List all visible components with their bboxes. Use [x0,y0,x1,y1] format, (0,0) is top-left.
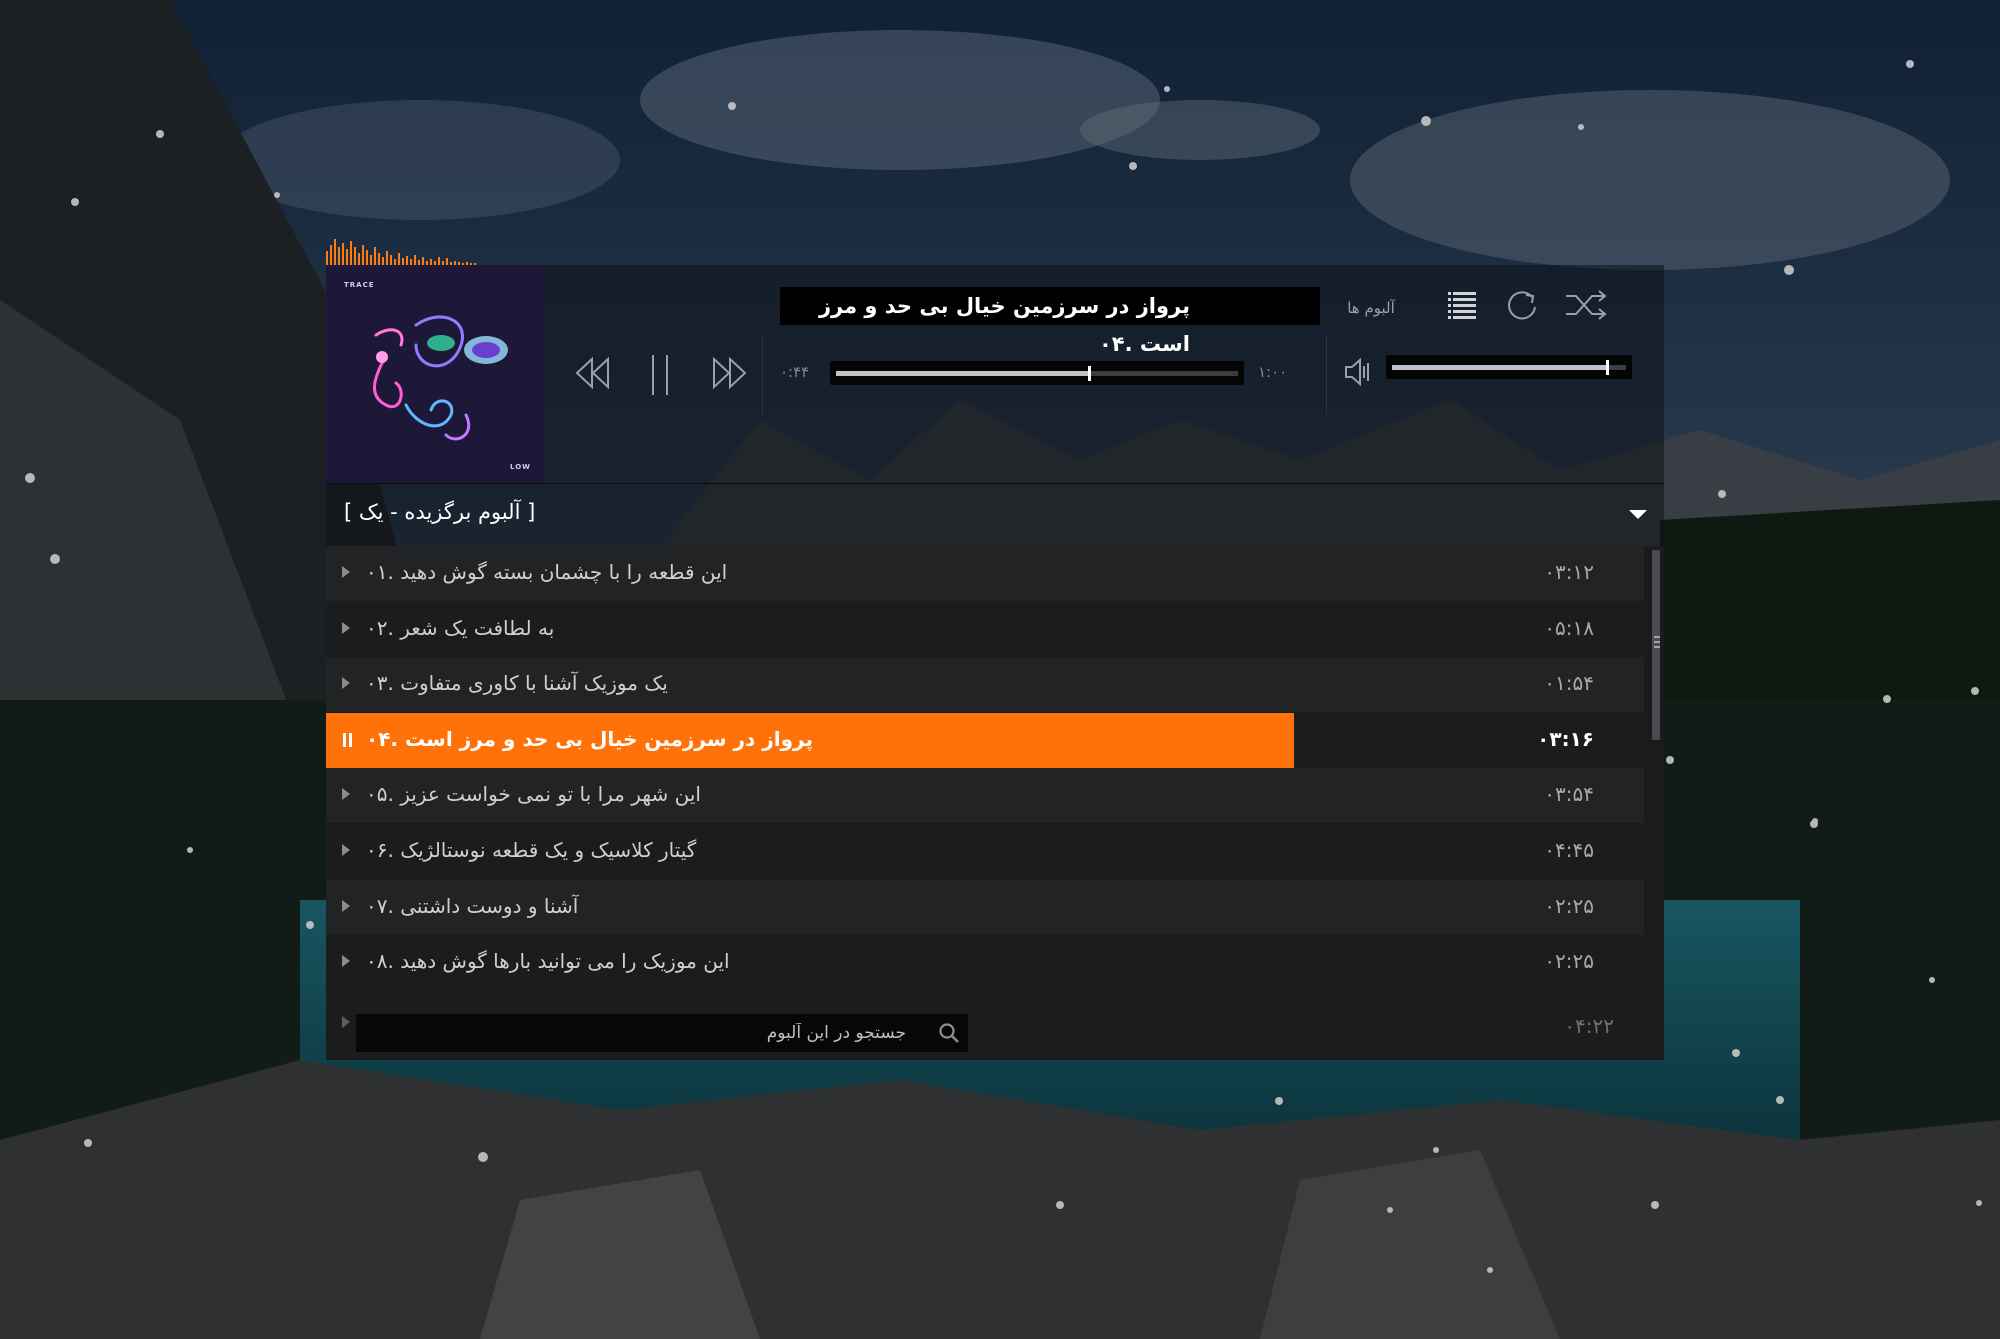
total-time: ۱:۰۰ [1258,363,1288,381]
album-cover-bottom-text: LOW [510,463,531,471]
elapsed-time: ۰:۴۴ [780,363,810,381]
rewind-icon [575,356,609,390]
volume-icon [1345,357,1369,387]
track-duration: ۰۴:۴۵ [1544,838,1594,862]
search-icon[interactable] [938,1022,960,1044]
track-title: یک موزیک آشنا با کاوری متفاوت .۰۳ [366,671,668,696]
track-list: این قطعه را با چشمان بسته گوش دهید .۰۱ ۰۳… [326,546,1664,1060]
track-row[interactable]: این قطعه را با چشمان بسته گوش دهید .۰۱ ۰۳… [326,546,1644,601]
album-cover-top-text: TRACE [344,281,375,289]
play-triangle-icon[interactable] [342,788,350,801]
play-triangle-icon[interactable] [342,677,350,690]
rewind-button[interactable] [572,353,612,393]
track-row[interactable]: به لطافت یک شعر .۰۲ ۰۵:۱۸ [326,601,1644,657]
track-duration: ۰۳:۵۴ [1544,782,1594,807]
play-triangle-icon[interactable] [342,844,350,856]
track-row[interactable]: آشنا و دوست داشتنی .۰۷ ۰۲:۲۵ [326,879,1644,935]
forward-icon [713,356,747,390]
play-triangle-icon[interactable] [342,899,350,912]
volume-slider[interactable] [1386,355,1632,379]
track-duration: ۰۲:۲۵ [1544,949,1594,974]
pause-icon [652,355,668,395]
album-cover-artwork [372,315,508,441]
track-title: پرواز در سرزمین خیال بی حد و مرز است .۰۴ [366,726,813,751]
track-row[interactable]: یک موزیک آشنا با کاوری متفاوت .۰۳ ۰۱:۵۴ [326,657,1644,713]
repeat-button[interactable] [1504,287,1540,323]
shuffle-button[interactable] [1564,287,1608,323]
track-row[interactable]: این موزیک را می توانید بارها گوش دهید .۰… [326,935,1644,991]
track-duration: ۰۴:۲۲ [1564,1014,1614,1038]
volume-button[interactable] [1342,355,1376,389]
track-duration: ۰۵:۱۸ [1544,615,1594,640]
track-title: این قطعه را با چشمان بسته گوش دهید .۰۱ [366,560,728,584]
play-triangle-icon[interactable] [342,621,350,634]
track-title: به لطافت یک شعر .۰۲ [366,615,555,640]
play-triangle-icon [342,1016,350,1028]
playlist-button[interactable] [1444,287,1480,323]
now-playing-title: پرواز در سرزمین خیال بی حد و مرز است .۰۴ [780,287,1320,356]
track-duration: ۰۱:۵۴ [1544,671,1594,696]
album-cover[interactable]: TRACE LOW [326,265,544,483]
albums-link[interactable]: آلبوم ها [1336,297,1406,319]
music-player: TRACE LOW پرواز در سرزمین خیال بی حد و م… [326,239,1664,1060]
play-triangle-icon[interactable] [342,955,350,968]
play-triangle-icon[interactable] [342,566,350,578]
track-title: این شهر مرا با تو نمی خواست عزیز .۰۵ [366,782,701,807]
track-title: این موزیک را می توانید بارها گوش دهید .۰… [366,949,730,974]
track-duration: ۰۳:۱۶ [1537,726,1594,751]
track-title: گیتار کلاسیک و یک قطعه نوستالژیک .۰۶ [366,838,697,862]
album-title: [ آلبوم برگزیده - یک ] [344,500,536,524]
repeat-icon [1508,291,1536,320]
progress-slider[interactable] [830,361,1244,385]
pause-button[interactable] [648,353,674,397]
track-title: آشنا و دوست داشتنی .۰۷ [366,893,579,918]
track-row[interactable]: این شهر مرا با تو نمی خواست عزیز .۰۵ ۰۳:۵… [326,768,1644,824]
scrollbar-grip[interactable] [1654,636,1660,652]
search-row: ۰۴:۲۲ [326,996,1664,1060]
track-duration: ۰۲:۲۵ [1544,893,1594,918]
divider [1326,335,1327,415]
chevron-down-icon [1629,510,1647,519]
spectrum-visualizer [326,239,476,265]
playlist-icon [1448,292,1476,319]
divider [762,335,763,415]
player-header: TRACE LOW پرواز در سرزمین خیال بی حد و م… [326,265,1664,483]
track-duration: ۰۳:۱۲ [1544,560,1594,584]
shuffle-icon [1566,290,1607,320]
search-input[interactable] [356,1014,916,1052]
track-row[interactable]: گیتار کلاسیک و یک قطعه نوستالژیک .۰۶ ۰۴:۴… [326,824,1644,879]
track-row-active[interactable]: پرواز در سرزمین خیال بی حد و مرز است .۰۴… [326,712,1644,768]
album-dropdown-button[interactable] [1628,506,1648,522]
pause-icon[interactable] [343,732,353,747]
album-bar: [ آلبوم برگزیده - یک ] [326,483,1664,546]
search-box [356,1014,968,1052]
forward-button[interactable] [710,353,750,393]
